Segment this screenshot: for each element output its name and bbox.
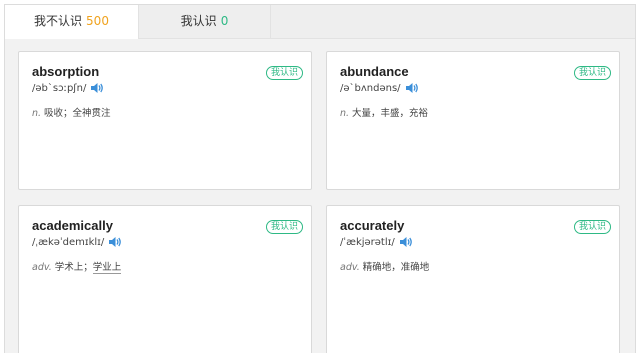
word-meaning: n. 大量，丰盛，充裕 — [340, 105, 428, 119]
phonetic-row: /ˌækəˈdemɪklɪ/ — [32, 236, 122, 248]
know-button[interactable]: 我认识 — [265, 66, 303, 80]
phonetic-text: /əb`sɔːpʃn/ — [32, 82, 87, 94]
word-card: absorption /əb`sɔːpʃn/ n. 吸收；全神贯注 我认识 — [18, 51, 312, 190]
phonetic-text: /ˈækjərətlɪ/ — [340, 236, 395, 248]
know-button[interactable]: 我认识 — [573, 220, 611, 234]
meaning-text: 大量，丰盛，充裕 — [352, 108, 429, 119]
phonetic-text: /ə`bʌndəns/ — [340, 82, 401, 94]
phonetic-text: /ˌækəˈdemɪklɪ/ — [32, 236, 105, 248]
word-title: academically — [32, 218, 113, 233]
word-list-panel: 我不认识 500 我认识 0 absorption /əb`sɔːpʃn/ n. 吸收… — [4, 4, 636, 353]
tab-unknown[interactable]: 我不认识 500 — [5, 5, 139, 39]
know-button[interactable]: 我认识 — [573, 66, 611, 80]
word-meaning: n. 吸收；全神贯注 — [32, 105, 111, 119]
meaning-text: 吸收；全神贯注 — [44, 108, 111, 119]
word-card: academically /ˌækəˈdemɪklɪ/ adv. 学术上；学业上 … — [18, 205, 312, 353]
tab-unknown-label: 我不认识 — [34, 14, 83, 28]
tab-known[interactable]: 我认识 0 — [139, 5, 271, 38]
phonetic-row: /ˈækjərətlɪ/ — [340, 236, 413, 248]
word-title: absorption — [32, 64, 100, 79]
word-meaning: adv. 学术上；学业上 — [32, 259, 122, 274]
phonetic-row: /ə`bʌndəns/ — [340, 82, 419, 94]
speaker-icon[interactable] — [399, 236, 413, 248]
meaning-text: 学术上； — [54, 262, 93, 273]
word-card: abundance /ə`bʌndəns/ n. 大量，丰盛，充裕 我认识 — [326, 51, 620, 190]
tab-known-label: 我认识 — [180, 14, 217, 28]
tab-bar: 我不认识 500 我认识 0 — [5, 5, 635, 39]
part-of-speech: n. — [340, 108, 350, 119]
speaker-icon[interactable] — [405, 82, 419, 94]
word-card: accurately /ˈækjərətlɪ/ adv. 精确地，准确地 我认识 — [326, 205, 620, 353]
part-of-speech: adv. — [340, 262, 360, 273]
know-button[interactable]: 我认识 — [265, 220, 303, 234]
tab-known-count: 0 — [220, 14, 229, 28]
word-title: abundance — [340, 64, 409, 79]
meaning-text: 精确地，准确地 — [362, 262, 430, 273]
phonetic-row: /əb`sɔːpʃn/ — [32, 82, 104, 94]
word-meaning: adv. 精确地，准确地 — [340, 259, 429, 273]
meaning-text-underlined: 学业上 — [92, 262, 122, 274]
part-of-speech: adv. — [32, 262, 52, 273]
speaker-icon[interactable] — [90, 82, 104, 94]
word-title: accurately — [340, 218, 405, 233]
speaker-icon[interactable] — [108, 236, 122, 248]
part-of-speech: n. — [32, 108, 42, 119]
tab-unknown-count: 500 — [86, 14, 109, 28]
